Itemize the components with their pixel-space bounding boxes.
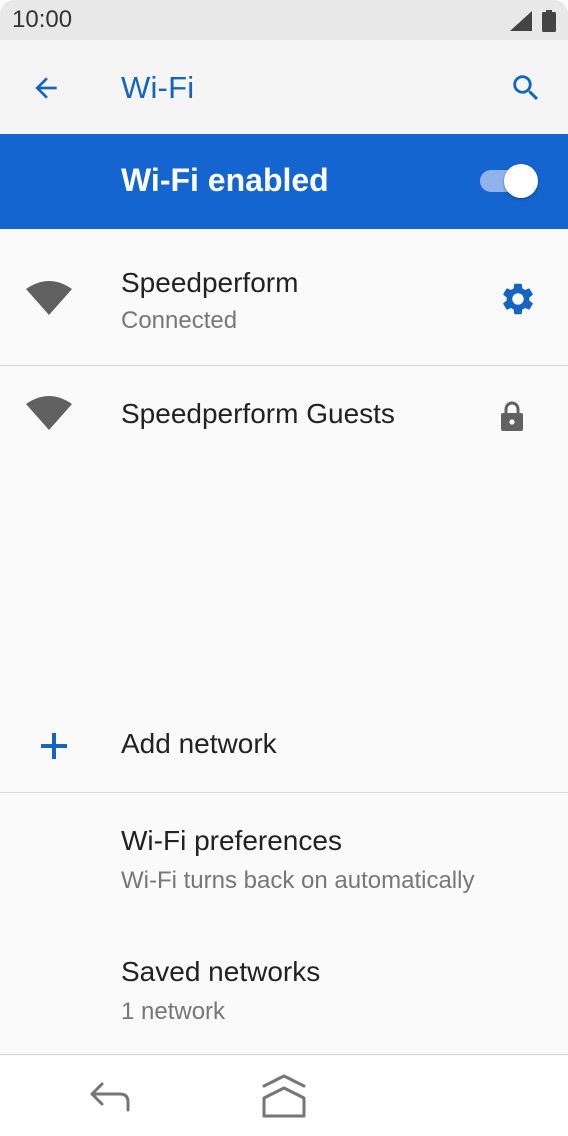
- add-network-label: Add network: [121, 728, 277, 759]
- wifi-settings-screen: 10:00 Wi-Fi Wi-Fi enabled Speedperform C…: [0, 0, 568, 1136]
- status-bar: 10:00: [0, 0, 568, 40]
- wifi-enabled-label: Wi-Fi enabled: [121, 162, 329, 198]
- wifi-toggle-switch[interactable]: [478, 164, 538, 198]
- network-item-speedperform-guests[interactable]: Speedperform Guests: [0, 366, 568, 466]
- system-navigation-bar: [0, 1056, 568, 1136]
- wifi-master-switch-bar[interactable]: Wi-Fi enabled: [0, 134, 568, 229]
- toggle-thumb: [504, 164, 538, 198]
- network-status: Connected: [121, 307, 238, 334]
- wifi-signal-icon: [26, 281, 72, 315]
- saved-networks-title: Saved networks: [121, 956, 321, 987]
- lock-icon: [501, 401, 523, 431]
- wifi-preferences-item[interactable]: Wi-Fi preferences Wi-Fi turns back on au…: [0, 793, 568, 923]
- network-settings-button[interactable]: [498, 279, 538, 319]
- app-bar: Wi-Fi: [0, 40, 568, 134]
- network-item-speedperform[interactable]: Speedperform Connected: [0, 229, 568, 366]
- search-icon: [513, 75, 539, 101]
- back-button[interactable]: [22, 64, 70, 112]
- status-icons: [510, 10, 556, 37]
- network-name: Speedperform Guests: [121, 398, 395, 429]
- saved-networks-subtitle: 1 network: [121, 998, 226, 1025]
- arrow-back-icon: [35, 77, 57, 99]
- nav-back-icon[interactable]: [84, 1074, 136, 1118]
- wifi-signal-icon: [26, 396, 72, 430]
- search-button[interactable]: [502, 64, 550, 112]
- page-title: Wi-Fi: [121, 70, 195, 105]
- status-time: 10:00: [12, 6, 73, 33]
- saved-networks-item[interactable]: Saved networks 1 network: [0, 924, 568, 1055]
- wifi-preferences-title: Wi-Fi preferences: [121, 825, 342, 856]
- plus-icon: [41, 733, 67, 759]
- gear-icon: [503, 283, 533, 315]
- cell-signal-icon: [510, 11, 532, 36]
- network-name: Speedperform: [121, 267, 299, 298]
- battery-icon: [542, 10, 556, 37]
- nav-home-icon[interactable]: [258, 1070, 310, 1120]
- add-network-item[interactable]: Add network: [0, 698, 568, 793]
- wifi-preferences-subtitle: Wi-Fi turns back on automatically: [121, 867, 475, 894]
